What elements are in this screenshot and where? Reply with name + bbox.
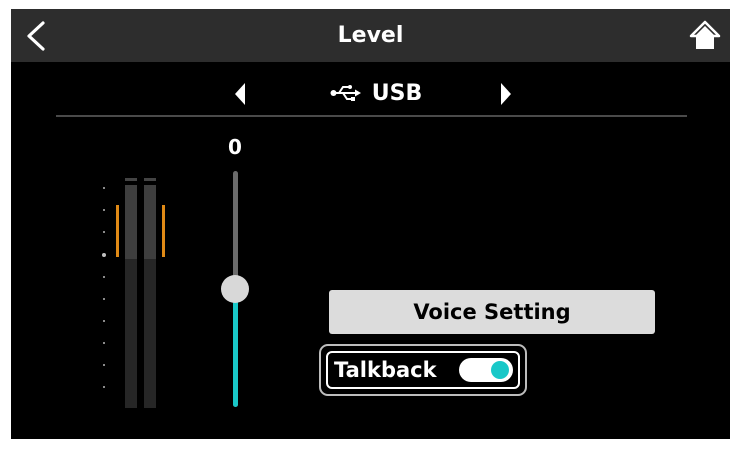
meter-right-cap [144,178,156,181]
peak-indicator-left [116,205,119,257]
meter-zero-mark [102,253,106,257]
previous-source-button[interactable] [229,79,253,109]
meter-scale-mark [103,276,105,278]
page-title: Level [337,23,404,48]
triangle-right-icon [501,83,511,105]
meter-left-fill [125,185,137,259]
title-bar: Level [11,9,730,62]
meter-left-cap [125,178,137,181]
talkback-frame: Talkback [326,351,520,389]
meter-scale-mark [103,231,105,233]
meter-scale-mark [103,364,105,366]
talkback-switch[interactable] [459,358,513,382]
talkback-label: Talkback [334,358,437,382]
chevron-left-icon [27,21,45,51]
usb-icon [330,85,361,101]
talkback-toggle-button[interactable]: Talkback [319,344,527,396]
fader-level-fill [233,289,238,407]
fader-handle[interactable] [221,275,249,303]
home-icon [689,20,721,49]
meter-scale-mark [103,209,105,211]
peak-indicator-right [162,205,165,257]
meter-scale-mark [103,342,105,344]
level-screen: Level USB 0 Voice Setting Talkback [11,9,730,439]
meter-scale-mark [103,320,105,322]
level-value: 0 [228,135,242,159]
meter-scale-mark [103,187,105,189]
next-source-button[interactable] [493,79,517,109]
source-selector: USB [306,75,446,111]
divider [56,115,687,117]
triangle-left-icon [235,83,245,105]
back-button[interactable] [19,17,55,55]
meter-right-fill [144,185,156,259]
meter-scale-mark [103,298,105,300]
source-label: USB [371,80,423,106]
voice-setting-button[interactable]: Voice Setting [329,290,655,334]
home-button[interactable] [687,17,723,55]
meter-scale-mark [103,386,105,388]
talkback-switch-knob [491,361,509,379]
